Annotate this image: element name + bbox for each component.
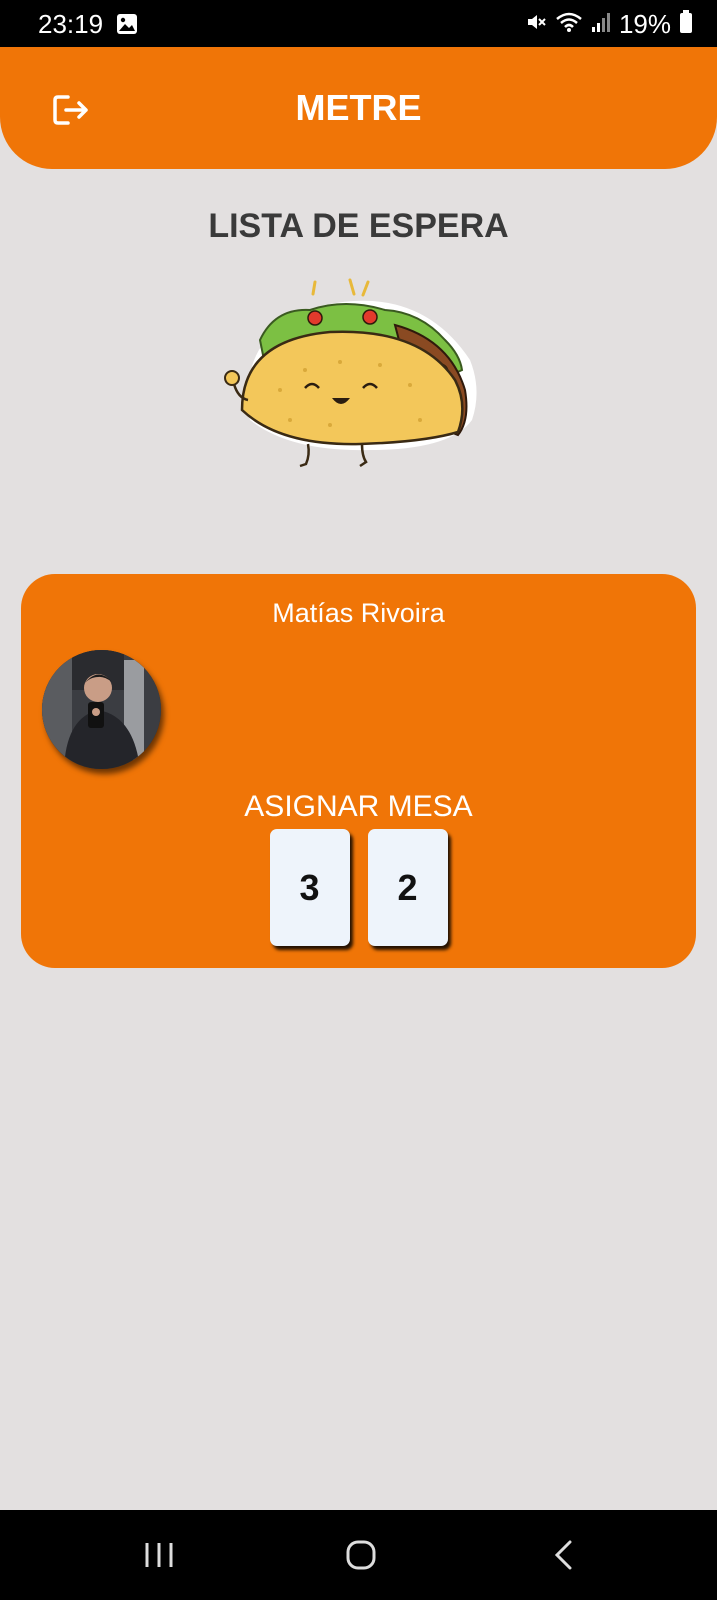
recents-icon	[145, 1543, 173, 1567]
battery-icon	[679, 10, 693, 39]
status-time: 23:19	[38, 9, 104, 39]
customer-name: Matías Rivoira	[272, 598, 445, 628]
customer-avatar	[42, 650, 161, 769]
app-header: METRE	[0, 47, 717, 169]
header-title: METRE	[295, 87, 422, 128]
table-options: 3 2	[21, 829, 696, 946]
back-icon	[554, 1540, 572, 1570]
home-button[interactable]	[345, 1540, 377, 1575]
system-nav-bar	[0, 1510, 717, 1600]
home-icon	[346, 1540, 376, 1570]
recents-button[interactable]	[143, 1540, 175, 1575]
wifi-icon	[555, 11, 583, 38]
taco-mascot-image	[220, 270, 495, 485]
gallery-icon	[116, 13, 138, 40]
back-button[interactable]	[552, 1540, 576, 1575]
mute-icon	[525, 11, 547, 38]
page-title: LISTA DE ESPERA	[208, 207, 509, 245]
status-bar: 23:19 19%	[0, 0, 717, 47]
waiting-list-card: Matías Rivoira ASIGNAR MESA 3 2	[21, 574, 696, 968]
table-button-3[interactable]: 3	[269, 829, 350, 946]
assign-table-label: ASIGNAR MESA	[244, 790, 473, 823]
battery-level: 19%	[618, 9, 671, 39]
status-icons: 19%	[525, 9, 693, 40]
table-button-2[interactable]: 2	[367, 829, 448, 946]
signal-icon	[591, 11, 611, 38]
